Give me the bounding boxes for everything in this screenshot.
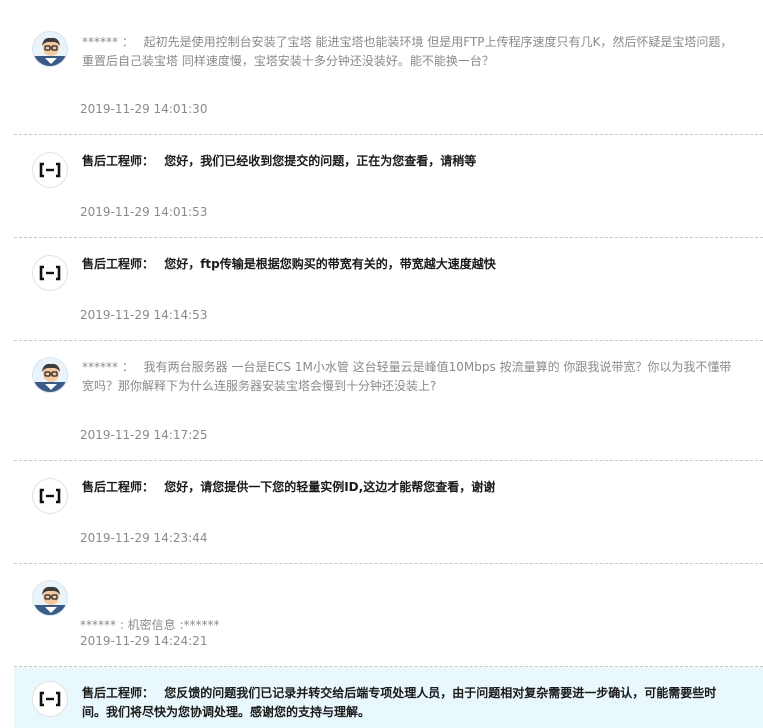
sender-name: 售后工程师： [82,480,155,494]
engineer-logo-icon [32,681,68,717]
engineer-logo-icon [32,478,68,514]
message-text: ****** ： 起初先是使用控制台安装了宝塔 能进宝塔也能装环境 但是用FTP… [82,33,733,71]
sender-name: 售后工程师： [82,257,155,271]
user-avatar-icon [32,357,68,393]
message-item: 售后工程师： 您好，请您提供一下您的轻量实例ID,这边才能帮您查看，谢谢 201… [14,461,763,564]
ticket-conversation: ****** ： 起初先是使用控制台安装了宝塔 能进宝塔也能装环境 但是用FTP… [0,0,763,728]
user-avatar-icon [32,31,68,67]
engineer-logo-icon [32,255,68,291]
user-avatar-icon [32,580,68,616]
confidential-info: ****** : 机密信息 :****** [80,618,220,632]
message-timestamp: 2019-11-29 14:14:53 [80,308,208,322]
message-timestamp: 2019-11-29 14:23:44 [80,531,208,545]
message-text: 售后工程师： 您好，请您提供一下您的轻量实例ID,这边才能帮您查看，谢谢 [82,478,733,497]
message-item: 售后工程师： 您好，ftp传输是根据您购买的带宽有关的，带宽越大速度越快 201… [14,238,763,341]
message-body: 我有两台服务器 一台是ECS 1M小水管 这台轻量云是峰值10Mbps 按流量算… [82,360,732,393]
message-body: 您好，请您提供一下您的轻量实例ID,这边才能帮您查看，谢谢 [164,480,496,494]
message-text: ****** ： 我有两台服务器 一台是ECS 1M小水管 这台轻量云是峰值10… [82,358,733,396]
message-timestamp: 2019-11-29 14:24:21 [80,634,208,648]
sender-name: ****** ： [82,360,134,374]
sender-name: ****** ： [82,35,134,49]
message-timestamp: 2019-11-29 14:01:53 [80,205,208,219]
message-text: 售后工程师： 您好，ftp传输是根据您购买的带宽有关的，带宽越大速度越快 [82,255,733,274]
message-item: ****** : 机密信息 :****** 2019-11-29 14:24:2… [14,564,763,667]
message-body: 您好，我们已经收到您提交的问题，正在为您查看，请稍等 [164,154,477,168]
message-timestamp: 2019-11-29 14:01:30 [80,102,208,116]
message-item-latest: 售后工程师： 您反馈的问题我们已记录并转交给后端专项处理人员，由于问题相对复杂需… [14,667,763,728]
engineer-logo-icon [32,152,68,188]
sender-name: 售后工程师： [82,154,155,168]
message-text: 售后工程师： 您反馈的问题我们已记录并转交给后端专项处理人员，由于问题相对复杂需… [82,684,733,722]
message-body: 起初先是使用控制台安装了宝塔 能进宝塔也能装环境 但是用FTP上传程序速度只有几… [82,35,733,68]
message-item: ****** ： 起初先是使用控制台安装了宝塔 能进宝塔也能装环境 但是用FTP… [14,0,763,135]
message-body: 您反馈的问题我们已记录并转交给后端专项处理人员，由于问题相对复杂需要进一步确认，… [82,686,717,719]
message-item: 售后工程师： 您好，我们已经收到您提交的问题，正在为您查看，请稍等 2019-1… [14,135,763,238]
message-body: 您好，ftp传输是根据您购买的带宽有关的，带宽越大速度越快 [164,257,496,271]
sender-name: 售后工程师： [82,686,155,700]
message-item: ****** ： 我有两台服务器 一台是ECS 1M小水管 这台轻量云是峰值10… [14,341,763,461]
message-timestamp: 2019-11-29 14:17:25 [80,428,208,442]
message-text: 售后工程师： 您好，我们已经收到您提交的问题，正在为您查看，请稍等 [82,152,733,171]
